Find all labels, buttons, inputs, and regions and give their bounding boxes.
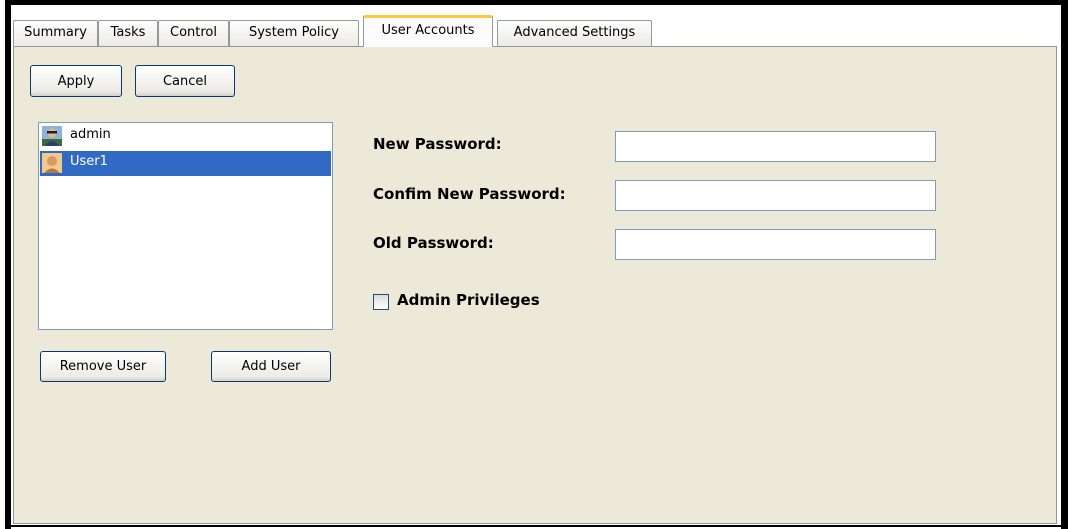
confirm-password-field[interactable] [615,180,936,211]
tab-tasks[interactable]: Tasks [98,20,158,46]
window-frame-top [5,0,1068,5]
tab-summary[interactable]: Summary [13,20,98,46]
cancel-button[interactable]: Cancel [135,65,235,97]
old-password-label: Old Password: [373,234,494,252]
apply-button[interactable]: Apply [30,65,122,97]
user-avatar-icon [42,153,62,173]
confirm-password-label: Confim New Password: [373,185,566,203]
tab-user-accounts[interactable]: User Accounts [363,15,493,47]
admin-privileges-label: Admin Privileges [397,291,540,309]
window-frame-right [1061,0,1068,529]
tab-bar: Summary Tasks Control System Policy User… [13,14,1057,47]
admin-avatar-icon [42,126,62,146]
tab-control[interactable]: Control [158,20,229,46]
window-frame-bottom [11,525,1061,527]
old-password-field[interactable] [615,229,936,260]
user-list-item-admin[interactable]: admin [40,124,331,149]
remove-user-button[interactable]: Remove User [40,351,166,382]
user-list-item-label: admin [70,127,111,142]
admin-privileges-checkbox[interactable] [373,294,389,310]
new-password-label: New Password: [373,135,502,153]
tab-advanced-settings[interactable]: Advanced Settings [497,20,652,46]
tab-system-policy[interactable]: System Policy [229,20,359,46]
add-user-button[interactable]: Add User [211,351,331,382]
user-list[interactable]: admin User1 [38,122,333,330]
user-list-item-user1[interactable]: User1 [40,151,331,176]
window-frame-left [5,0,11,529]
new-password-field[interactable] [615,131,936,162]
user-list-item-label: User1 [70,154,108,169]
user-accounts-panel: Apply Cancel admin User1 Remove User Add… [13,46,1057,524]
